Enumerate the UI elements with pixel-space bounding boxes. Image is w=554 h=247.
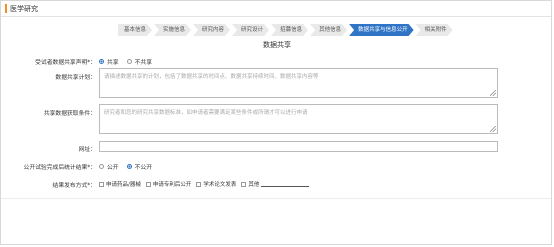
publish-results-label: 公开试验完成后统计结果*：	[23, 165, 96, 171]
share-option[interactable]: 共享	[99, 57, 119, 66]
share-option-label: 共享	[107, 60, 119, 66]
radio-icon[interactable]	[99, 164, 104, 169]
method-drug-device-label: 申请药品/器械	[106, 182, 141, 188]
radio-selected-icon[interactable]	[99, 59, 104, 64]
title-accent-bar	[5, 4, 7, 13]
checkbox-icon[interactable]	[241, 181, 247, 187]
method-other-label: 其他	[248, 182, 260, 188]
share-conditions-label: 共享数据获取条件：	[43, 111, 96, 117]
share-plan-textarea[interactable]: 请描述数据共享的计划，包括了数据共享的时间点、数据共享持续时间、数据共享内容等	[99, 68, 498, 98]
no-publish-option-label: 不公开	[134, 165, 153, 171]
step-tab-recruitment[interactable]: 招募信息	[271, 24, 308, 36]
step-tab-basic-info[interactable]: 基本信息	[118, 24, 152, 36]
publish-results-radios: 公开 不公开	[99, 162, 160, 171]
share-conditions-placeholder: 研究者和您的研究共享数据标准，如申请者需要满足某些条件或所谓才可以进行申请	[104, 110, 308, 116]
section-title: 数据共享	[263, 41, 291, 49]
step-tab-other-info[interactable]: 其他信息	[310, 24, 347, 36]
share-conditions-textarea[interactable]: 研究者和您的研究共享数据标准，如申请者需要满足某些条件或所谓才可以进行申请	[99, 104, 498, 134]
divider	[1, 198, 551, 199]
step-tab-implementation[interactable]: 实施信息	[154, 24, 191, 36]
step-tab-research-content[interactable]: 研究内容	[193, 24, 230, 36]
checkbox-icon[interactable]	[99, 181, 104, 187]
publish-method-label: 结果发布方式*：	[52, 183, 96, 189]
share-plan-placeholder: 请描述数据共享的计划，包括了数据共享的时间点、数据共享持续时间、数据共享内容等	[104, 74, 319, 80]
url-input[interactable]	[99, 141, 498, 152]
page-title: 医学研究	[10, 5, 38, 13]
no-share-option[interactable]: 不共享	[126, 57, 153, 66]
share-statement-label: 受试者数据共享声明*：	[35, 60, 96, 66]
step-tabs: 基本信息 实施信息 研究内容 研究设计 招募信息 其他信息 数据共享与信息公开 …	[118, 24, 455, 36]
resize-handle-icon[interactable]	[490, 90, 496, 96]
method-paper-label: 学术论文发表	[203, 182, 237, 188]
method-drug-device[interactable]: 申请药品/器械	[99, 180, 141, 188]
publish-method-checkboxes: 申请药品/器械 申请专利后公开 学术论文发表 其他	[99, 180, 314, 188]
method-patent[interactable]: 申请专利后公开	[145, 180, 192, 188]
no-publish-option[interactable]: 不公开	[126, 162, 153, 171]
method-other[interactable]: 其他	[241, 180, 310, 188]
resize-handle-icon[interactable]	[490, 126, 496, 132]
no-share-option-label: 不共享	[134, 60, 153, 66]
step-tab-attachments[interactable]: 相关附件	[416, 24, 453, 36]
radio-selected-icon[interactable]	[126, 164, 132, 169]
radio-icon[interactable]	[126, 59, 132, 64]
checkbox-icon[interactable]	[145, 181, 151, 187]
step-tab-data-sharing[interactable]: 数据共享与信息公开	[349, 24, 414, 36]
share-plan-label: 数据共享计划：	[55, 75, 96, 81]
title-bar: 医学研究	[1, 1, 551, 17]
publish-option[interactable]: 公开	[99, 162, 119, 171]
method-patent-label: 申请专利后公开	[152, 182, 192, 188]
method-paper[interactable]: 学术论文发表	[196, 180, 236, 188]
share-statement-radios: 共享 不共享	[99, 57, 160, 66]
publish-option-label: 公开	[107, 165, 119, 171]
step-tab-research-design[interactable]: 研究设计	[232, 24, 269, 36]
url-label: 网址：	[78, 147, 96, 153]
other-text-input[interactable]	[261, 181, 310, 187]
checkbox-icon[interactable]	[196, 181, 202, 187]
